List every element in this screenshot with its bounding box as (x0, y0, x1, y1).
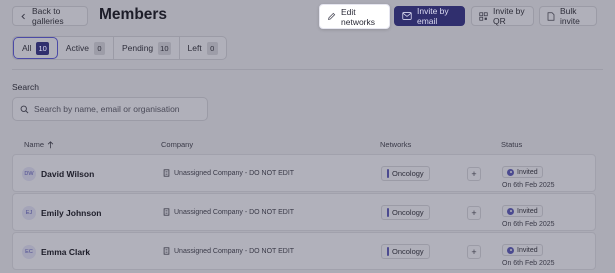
tab-pending-label: Pending (121, 43, 154, 53)
company-name: Unassigned Company - DO NOT EDIT (174, 169, 295, 177)
column-header-name-label: Name (24, 140, 45, 149)
page-title: Members (99, 6, 168, 23)
plus-icon: + (471, 247, 477, 257)
status-date: On 6th Feb 2025 (502, 182, 555, 189)
member-status: Invited On 6th Feb 2025 (502, 238, 555, 267)
member-name: Emily Johnson (41, 208, 102, 218)
network-tag: Oncology (381, 166, 430, 181)
status-date: On 6th Feb 2025 (502, 260, 555, 267)
network-name: Oncology (392, 247, 424, 256)
search-icon (20, 105, 29, 113)
chevron-left-icon (21, 13, 25, 19)
tab-left-count: 0 (206, 41, 218, 55)
sort-arrow-up-icon (47, 140, 54, 148)
invite-email-label: Invite by email (417, 6, 449, 26)
network-tag: Oncology (381, 244, 430, 259)
status-date: On 6th Feb 2025 (502, 221, 555, 228)
section-divider (12, 69, 603, 70)
invited-status-icon (507, 207, 514, 215)
status-badge: Invited (502, 244, 543, 256)
table-row[interactable]: EC Emma Clark Unassigned Company - DO NO… (12, 232, 596, 270)
company-name: Unassigned Company - DO NOT EDIT (174, 247, 295, 255)
tab-active-count: 0 (93, 41, 105, 55)
document-icon (547, 11, 555, 21)
building-icon (163, 169, 170, 177)
tab-active-label: Active (65, 43, 89, 53)
invite-by-email-button[interactable]: Invite by email (394, 6, 465, 26)
network-name: Oncology (392, 169, 424, 178)
status-label: Invited (517, 168, 538, 176)
status-badge: Invited (502, 166, 543, 178)
avatar: EC (22, 245, 36, 259)
avatar: DW (22, 167, 36, 181)
member-name: Emma Clark (41, 247, 91, 257)
member-company: Unassigned Company - DO NOT EDIT (163, 247, 294, 255)
table-row[interactable]: EJ Emily Johnson Unassigned Company - DO… (12, 193, 596, 231)
company-name: Unassigned Company - DO NOT EDIT (174, 208, 295, 216)
search-label: Search (12, 82, 39, 92)
status-label: Invited (517, 207, 538, 215)
plus-icon: + (471, 208, 477, 218)
add-network-button[interactable]: + (467, 245, 481, 259)
tab-pending-count: 10 (158, 41, 171, 55)
building-icon (163, 208, 170, 216)
add-network-button[interactable]: + (467, 206, 481, 220)
member-filter-tabs: All 10 Active 0 Pending 10 Left 0 (12, 36, 227, 60)
tab-left[interactable]: Left 0 (180, 37, 226, 59)
status-badge: Invited (502, 205, 543, 217)
tab-all-count: 10 (36, 41, 49, 55)
invited-status-icon (507, 168, 514, 176)
table-row[interactable]: DW David Wilson Unassigned Company - DO … (12, 154, 596, 192)
avatar: EJ (22, 206, 36, 220)
invite-qr-label: Invite by QR (493, 6, 525, 26)
edit-networks-label: Edit networks (341, 6, 376, 27)
tab-left-label: Left (187, 43, 202, 53)
envelope-icon (402, 12, 412, 20)
invited-status-icon (507, 246, 514, 254)
column-header-company: Company (161, 140, 194, 149)
back-to-galleries-button[interactable]: Back to galleries (12, 6, 88, 26)
column-header-networks: Networks (380, 140, 412, 149)
back-label: Back to galleries (32, 6, 64, 26)
member-status: Invited On 6th Feb 2025 (502, 199, 555, 228)
add-network-button[interactable]: + (467, 167, 481, 181)
invite-by-qr-button[interactable]: Invite by QR (471, 6, 534, 26)
column-header-status: Status (501, 140, 523, 149)
bulk-invite-label: Bulk invite (560, 6, 580, 26)
tab-active[interactable]: Active 0 (58, 37, 114, 59)
search-field[interactable] (12, 97, 208, 121)
status-label: Invited (517, 246, 538, 254)
search-input[interactable] (34, 104, 204, 114)
column-header-name[interactable]: Name (24, 140, 54, 149)
qr-code-icon (479, 11, 488, 21)
building-icon (163, 247, 170, 255)
member-company: Unassigned Company - DO NOT EDIT (163, 169, 294, 177)
pencil-icon (327, 12, 336, 21)
network-tag: Oncology (381, 205, 430, 220)
tab-all[interactable]: All 10 (13, 37, 58, 59)
tab-all-label: All (22, 43, 32, 53)
tab-pending[interactable]: Pending 10 (114, 37, 180, 59)
edit-networks-button[interactable]: Edit networks (319, 4, 390, 29)
plus-icon: + (471, 169, 477, 179)
member-company: Unassigned Company - DO NOT EDIT (163, 208, 294, 216)
bulk-invite-button[interactable]: Bulk invite (539, 6, 597, 26)
member-status: Invited On 6th Feb 2025 (502, 160, 555, 189)
network-name: Oncology (392, 208, 424, 217)
member-name: David Wilson (41, 169, 95, 179)
